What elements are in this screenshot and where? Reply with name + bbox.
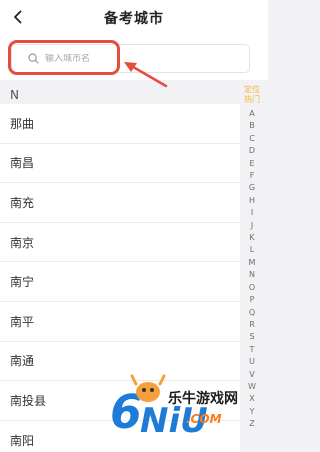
index-letter-o[interactable]: O xyxy=(240,282,264,294)
index-location[interactable]: 定位 xyxy=(240,85,264,95)
city-row[interactable]: 南平 xyxy=(0,301,240,342)
city-row[interactable]: 南昌 xyxy=(0,143,240,184)
index-letter-c[interactable]: C xyxy=(240,133,264,145)
city-row[interactable]: 南充 xyxy=(0,183,240,223)
index-letter-i[interactable]: I xyxy=(240,207,264,219)
index-letter-d[interactable]: D xyxy=(240,145,264,157)
city-row[interactable]: 南京 xyxy=(0,222,240,263)
index-letter-j[interactable]: J xyxy=(240,220,264,232)
page-title: 备考城市 xyxy=(104,11,164,27)
index-letter-m[interactable]: M xyxy=(240,257,264,269)
index-letter-a[interactable]: A xyxy=(240,108,264,120)
highlight-annotation xyxy=(8,40,120,75)
index-letter-u[interactable]: U xyxy=(240,356,264,368)
city-row[interactable]: 南宁 xyxy=(0,262,240,302)
index-letter-l[interactable]: L xyxy=(240,244,264,256)
index-letter-e[interactable]: E xyxy=(240,158,264,170)
index-letter-t[interactable]: T xyxy=(240,344,264,356)
index-letter-s[interactable]: S xyxy=(240,331,264,343)
index-letter-q[interactable]: Q xyxy=(240,307,264,319)
index-letter-b[interactable]: B xyxy=(240,120,264,132)
index-letter-r[interactable]: R xyxy=(240,319,264,331)
section-letter: N xyxy=(10,88,19,102)
index-letter-h[interactable]: H xyxy=(240,195,264,207)
watermark-domain: .COM xyxy=(186,412,222,426)
index-letter-g[interactable]: G xyxy=(240,182,264,194)
index-letter-p[interactable]: P xyxy=(240,294,264,306)
header-bar: 备考城市 xyxy=(0,0,268,36)
index-hot[interactable]: 热门 xyxy=(240,95,264,105)
watermark-brand: 乐牛游戏网 xyxy=(168,391,238,407)
index-letter-f[interactable]: F xyxy=(240,170,264,182)
city-row[interactable]: 那曲 xyxy=(0,104,240,144)
index-letter-n[interactable]: N xyxy=(240,269,264,281)
index-letter-k[interactable]: K xyxy=(240,232,264,244)
annotation-arrow-icon xyxy=(124,62,168,88)
